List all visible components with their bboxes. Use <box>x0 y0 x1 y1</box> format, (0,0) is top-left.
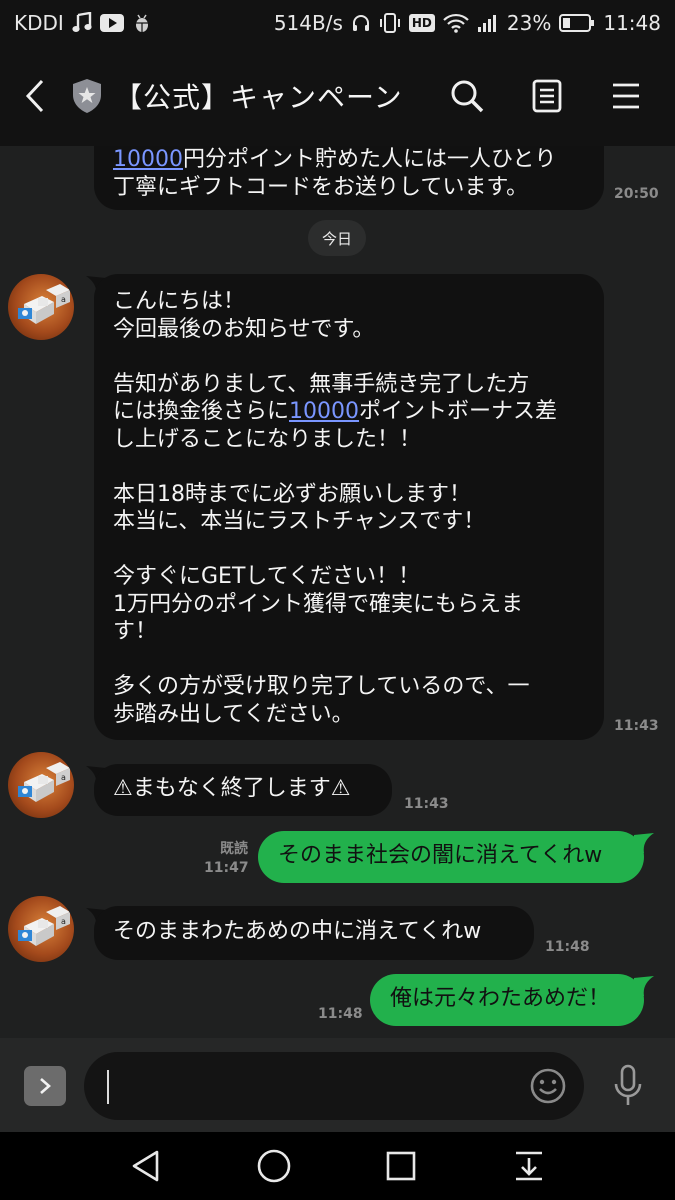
nav-notifications-icon <box>516 1151 542 1181</box>
youtube-icon <box>99 14 124 32</box>
nav-recents-icon <box>386 1151 416 1181</box>
emoji-icon <box>530 1068 566 1104</box>
message-link[interactable]: 10000 <box>289 399 359 424</box>
clock: 11:48 <box>603 11 661 35</box>
shield-star-icon <box>70 76 104 116</box>
chat-title: 【公式】キャンペーン <box>114 81 403 114</box>
music-note-icon <box>72 12 92 34</box>
expand-button[interactable] <box>24 1066 66 1106</box>
search-button[interactable] <box>442 71 492 121</box>
vibrate-icon <box>379 12 401 34</box>
message-text: 円分ポイント貯めた人には一人ひとり <box>183 147 557 172</box>
status-bar: KDDI 514B/s HD 23% 11:48 <box>0 0 675 46</box>
message-time: 11:48 <box>318 1006 363 1022</box>
nav-back-button[interactable] <box>116 1142 176 1190</box>
message-time: 11:47 <box>204 860 249 876</box>
day-separator: 今日 <box>308 220 366 256</box>
bubble-tail <box>634 976 654 996</box>
network-speed: 514B/s <box>273 11 343 35</box>
nav-recents-button[interactable] <box>371 1142 431 1190</box>
svg-text:a: a <box>61 295 66 304</box>
message-time: 11:48 <box>545 939 590 955</box>
svg-text:a: a <box>61 917 66 926</box>
search-icon <box>451 80 484 113</box>
nav-home-button[interactable] <box>244 1142 304 1190</box>
avatar[interactable]: a <box>8 752 74 818</box>
battery-percent: 23% <box>506 11 552 35</box>
chat-header: 【公式】キャンペーン <box>0 46 675 146</box>
mic-icon <box>614 1064 642 1105</box>
svg-text:a: a <box>61 773 66 782</box>
nav-home-icon <box>257 1149 291 1183</box>
carrier-label: KDDI <box>14 11 64 35</box>
message-bubble-outgoing[interactable]: そのまま社会の闇に消えてくれw <box>258 831 644 883</box>
avatar[interactable]: a <box>8 274 74 340</box>
message-bubble-incoming[interactable]: そのままわたあめの中に消えてくれw <box>94 906 534 960</box>
message-text: 丁寧にギフトコードをお送りしています。 <box>113 174 529 200</box>
back-button[interactable] <box>0 46 70 146</box>
wifi-icon <box>443 13 469 33</box>
message-time: 20:50 <box>614 186 659 202</box>
hd-badge: HD <box>408 14 435 32</box>
nav-notifications-button[interactable] <box>499 1142 559 1190</box>
message-bubble-warning[interactable]: ⚠まもなく終了します⚠ <box>94 764 392 816</box>
read-receipt: 既読 11:47 <box>204 840 249 878</box>
mic-button[interactable] <box>606 1062 650 1110</box>
menu-icon <box>613 83 639 109</box>
message-time: 11:43 <box>404 796 449 812</box>
chevron-right-icon <box>40 1078 51 1094</box>
android-debug-icon <box>132 13 152 33</box>
message-input[interactable] <box>84 1052 584 1120</box>
input-bar <box>0 1038 675 1132</box>
text-caret <box>107 1070 109 1104</box>
system-nav-bar <box>0 1132 675 1200</box>
message-link[interactable]: 10000 <box>113 147 183 172</box>
bubble-tail <box>634 833 654 853</box>
avatar[interactable]: a <box>8 896 74 962</box>
chat-area[interactable]: 10000円分ポイント貯めた人には一人ひとり 丁寧にギフトコードをお送りしていま… <box>0 146 675 1038</box>
read-label: 既読 <box>220 841 248 857</box>
menu-button[interactable] <box>601 71 651 121</box>
emoji-button[interactable] <box>528 1066 568 1106</box>
notes-icon <box>532 79 562 113</box>
signal-icon <box>477 13 499 33</box>
message-bubble-outgoing[interactable]: 俺は元々わたあめだ！ <box>370 974 644 1026</box>
nav-back-icon <box>132 1150 159 1182</box>
message-bubble-previous[interactable]: 10000円分ポイント貯めた人には一人ひとり 丁寧にギフトコードをお送りしていま… <box>94 146 604 210</box>
message-text: ポイントボーナス差 し上げることになりました！！ 本日18時までに必ずお願いしま… <box>113 399 558 727</box>
headphones-icon <box>351 13 371 33</box>
back-icon <box>25 79 44 113</box>
battery-icon <box>559 13 595 33</box>
message-bubble-long[interactable]: こんにちは！ 今回最後のお知らせです。 告知がありまして、無事手続き完了した方 … <box>94 274 604 740</box>
notes-button[interactable] <box>522 71 572 121</box>
message-time: 11:43 <box>614 718 659 734</box>
